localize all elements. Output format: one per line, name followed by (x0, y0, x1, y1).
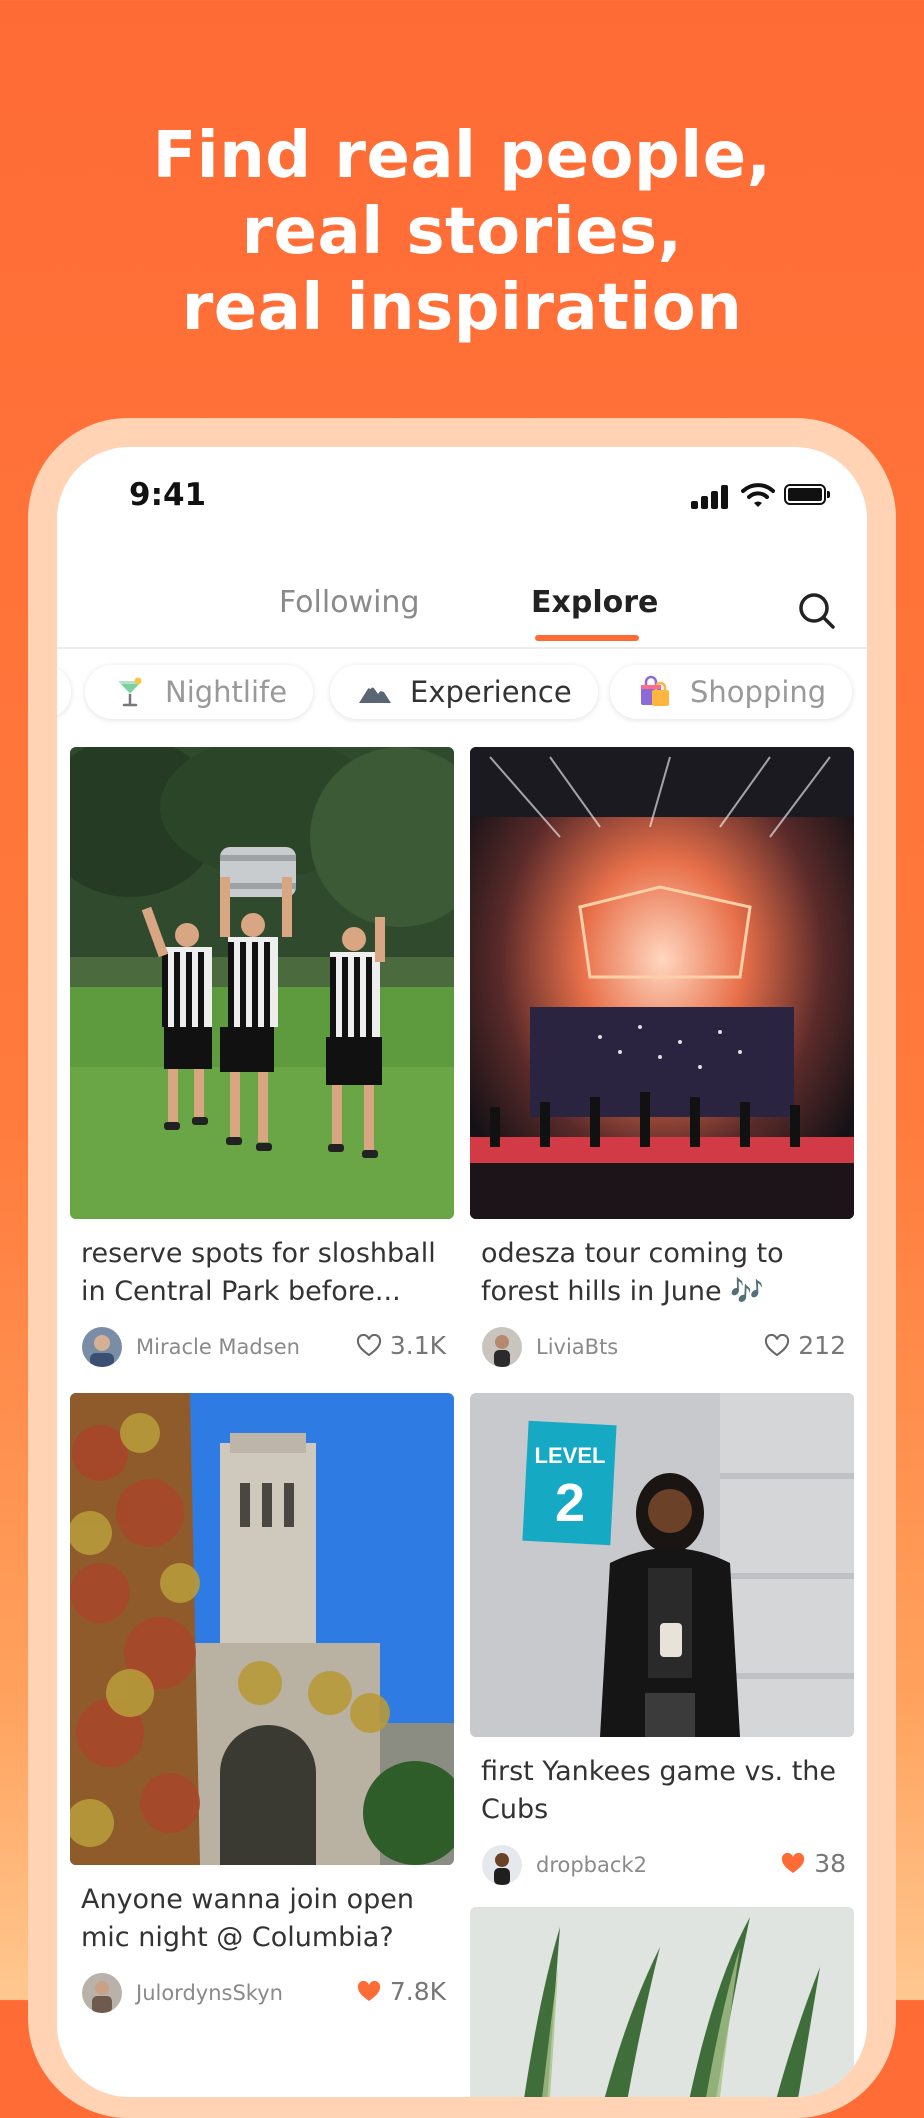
heart-filled-icon (782, 1852, 805, 1873)
like-button[interactable]: 3.1K (356, 1331, 446, 1360)
status-bar: 9:41 (57, 447, 867, 547)
post-card[interactable]: Anyone wanna join open mic night @ Colum… (70, 1393, 454, 2017)
post-title: first Yankees game vs. the Cubs (481, 1756, 837, 1825)
avatar[interactable] (82, 1973, 122, 2013)
mountain-icon (359, 684, 391, 703)
post-meta: dropback2 38 (470, 1843, 854, 1889)
headline-line-2: real stories, (241, 195, 683, 269)
like-count: 38 (814, 1849, 846, 1878)
level-sign-number: 2 (555, 1473, 585, 1533)
phone-screen: 9:41 Following Explore Nightlife Experie… (57, 447, 867, 2097)
post-photo[interactable] (470, 747, 854, 1219)
battery-icon (784, 484, 830, 505)
promo-headline: Find real people, real stories, real ins… (0, 118, 924, 346)
post-username[interactable]: dropback2 (536, 1853, 647, 1877)
post-meta: JulordynsSkyn 7.8K (70, 1971, 454, 2017)
shopping-bag-icon (641, 675, 669, 706)
like-count: 3.1K (389, 1331, 446, 1360)
post-card[interactable] (470, 1907, 854, 2097)
search-icon[interactable] (795, 589, 839, 633)
post-photo[interactable] (470, 1907, 854, 2097)
post-photo[interactable] (70, 747, 454, 1219)
chip-nightlife[interactable]: Nightlife (85, 665, 314, 719)
headline-line-3: real inspiration (181, 271, 743, 345)
headline-line-1: Find real people, (152, 119, 772, 193)
signal-icon (691, 485, 731, 509)
post-photo[interactable] (70, 1393, 454, 1865)
post-username[interactable]: LiviaBts (536, 1335, 618, 1359)
tab-explore[interactable]: Explore (531, 585, 658, 620)
level-sign-word: LEVEL (535, 1443, 606, 1468)
category-chips: Nightlife Experience Shopping (57, 651, 867, 733)
post-title: reserve spots for sloshball in Central P… (81, 1238, 436, 1307)
like-button[interactable]: 38 (780, 1849, 846, 1878)
heart-outline-icon (356, 1333, 381, 1356)
chip-experience[interactable]: Experience (330, 665, 598, 719)
avatar[interactable] (482, 1327, 522, 1367)
post-title: Anyone wanna join open mic night @ Colum… (81, 1884, 414, 1953)
post-photo[interactable]: LEVEL 2 (470, 1393, 854, 1737)
heart-outline-icon (765, 1333, 790, 1356)
chip-shopping[interactable]: Shopping (610, 665, 853, 719)
post-card[interactable]: odesza tour coming to forest hills in Ju… (470, 747, 854, 1371)
status-time: 9:41 (129, 477, 207, 513)
post-username[interactable]: Miracle Madsen (136, 1335, 300, 1359)
cocktail-icon (118, 677, 142, 707)
post-card[interactable]: reserve spots for sloshball in Central P… (70, 747, 454, 1371)
like-button[interactable]: 212 (764, 1331, 846, 1360)
chip-partial[interactable] (57, 665, 71, 719)
post-meta: LiviaBts 212 (470, 1325, 854, 1371)
feed-tabs: Following Explore (57, 567, 867, 649)
active-tab-indicator (535, 635, 639, 641)
avatar[interactable] (82, 1327, 122, 1367)
chip-label: Shopping (690, 675, 827, 709)
post-meta: Miracle Madsen 3.1K (70, 1325, 454, 1371)
like-count: 7.8K (389, 1977, 446, 2006)
like-count: 212 (798, 1331, 846, 1360)
like-button[interactable]: 7.8K (356, 1977, 446, 2006)
post-username[interactable]: JulordynsSkyn (136, 1981, 283, 2005)
avatar[interactable] (482, 1845, 522, 1885)
chip-label: Experience (410, 675, 572, 709)
post-title: odesza tour coming to forest hills in Ju… (481, 1238, 784, 1307)
post-card[interactable]: LEVEL 2 first Yankees game vs. the Cubs … (470, 1393, 854, 1889)
wifi-icon (741, 483, 775, 507)
tab-following[interactable]: Following (279, 585, 420, 620)
chip-label: Nightlife (165, 675, 288, 709)
